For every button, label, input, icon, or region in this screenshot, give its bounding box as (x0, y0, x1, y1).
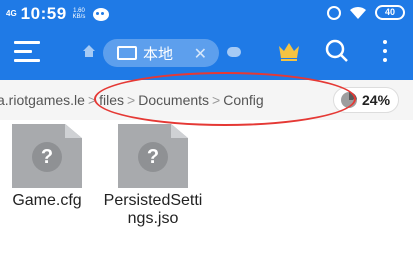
network-type: 4G (6, 9, 17, 18)
crown-icon[interactable] (277, 40, 301, 62)
rate-unit: KB/s (72, 14, 86, 20)
file-item[interactable]: ? PersistedSettings.jso (103, 124, 203, 228)
file-item[interactable]: ? Game.cfg (0, 124, 97, 210)
breadcrumb: a.riotgames.le > files > Documents > Con… (0, 80, 413, 120)
battery-level: 40 (384, 7, 395, 17)
storage-usage-badge[interactable]: 24% (333, 87, 399, 113)
storage-icon (117, 46, 137, 60)
alarm-icon (327, 5, 341, 20)
breadcrumb-item[interactable]: a.riotgames.le (0, 92, 85, 108)
chevron-right-icon: > (212, 92, 221, 108)
cloud-icon[interactable] (227, 47, 241, 57)
tab-local[interactable]: 本地 ✕ (103, 39, 219, 67)
wifi-icon (350, 6, 366, 19)
breadcrumb-item-current[interactable]: Config (223, 92, 263, 108)
menu-line-icon (14, 59, 40, 62)
tab-label: 本地 (143, 45, 174, 63)
status-time: 10:59 (20, 4, 67, 23)
battery-icon: 40 (375, 5, 405, 20)
close-icon[interactable]: ✕ (194, 44, 207, 64)
dot-icon (383, 49, 387, 53)
file-name: PersistedSettings.jso (103, 192, 203, 227)
file-grid: ? Game.cfg ? PersistedSettings.jso (0, 124, 413, 261)
app-toolbar: 本地 ✕ (0, 26, 413, 80)
unknown-file-icon: ? (12, 124, 82, 188)
breadcrumb-trail: a.riotgames.le > files > Documents > Con… (0, 92, 264, 108)
breadcrumb-item[interactable]: Documents (138, 92, 209, 108)
status-right: 40 (327, 5, 405, 20)
storage-percent: 24% (362, 92, 391, 108)
breadcrumb-item[interactable]: files (99, 92, 124, 108)
dot-icon (383, 58, 387, 62)
home-icon[interactable] (82, 44, 96, 58)
chevron-right-icon: > (87, 92, 97, 108)
signal-icon: 4G (6, 10, 17, 18)
status-left: 4G 10:59 1.60 KB/s (6, 4, 110, 24)
menu-line-icon (14, 50, 32, 53)
chat-icon (93, 7, 110, 21)
status-bar: 4G 10:59 1.60 KB/s 40 (0, 0, 413, 26)
pie-chart-icon (341, 92, 357, 108)
network-rate: 1.60 KB/s (73, 8, 86, 20)
dot-icon (383, 40, 387, 44)
unknown-file-icon: ? (118, 124, 188, 188)
chevron-right-icon: > (127, 92, 136, 108)
menu-button[interactable] (14, 41, 40, 63)
menu-line-icon (14, 41, 40, 44)
more-options-icon[interactable] (383, 40, 389, 64)
file-name: Game.cfg (12, 192, 82, 209)
search-icon[interactable] (325, 39, 349, 63)
